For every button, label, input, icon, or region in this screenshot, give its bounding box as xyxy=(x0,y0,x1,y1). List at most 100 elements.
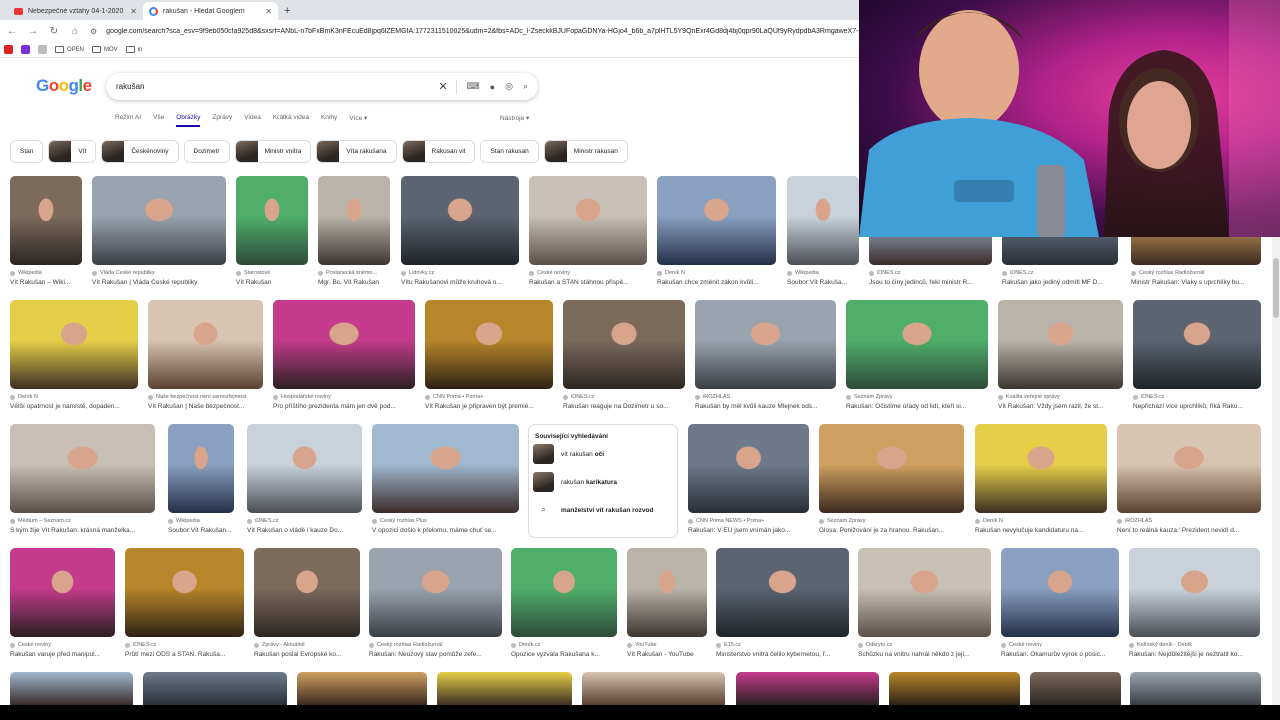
image-result[interactable]: České noviny Rakušan: Okamurův výrok o po… xyxy=(1001,548,1119,658)
chip-ministr-rakusan[interactable]: Ministr rakusan xyxy=(543,140,628,163)
result-caption[interactable]: Ministerstvo vnitra čelilo kybernetou, ř… xyxy=(716,651,849,658)
result-thumbnail[interactable] xyxy=(125,548,244,637)
image-result[interactable]: Deník.cz Opozice vyzvala Rakušana k... xyxy=(511,548,617,658)
result-caption[interactable]: Rakušan varuje před manipul... xyxy=(10,651,115,658)
result-source[interactable]: Seznam Zprávy xyxy=(819,518,964,524)
result-thumbnail[interactable] xyxy=(529,176,647,265)
result-source[interactable]: Deník N xyxy=(10,394,138,400)
result-caption[interactable]: Soubor:Vít Rakuša... xyxy=(787,279,859,286)
search-input[interactable]: rakušan xyxy=(116,82,438,91)
bookmark-icon[interactable] xyxy=(4,45,13,54)
result-source[interactable]: Naše bezpečnost není samozřejmost xyxy=(148,394,263,400)
image-result[interactable]: České noviny Rakušan varuje před manipul.… xyxy=(10,548,115,658)
result-thumbnail[interactable] xyxy=(695,300,836,389)
result-thumbnail[interactable] xyxy=(1001,548,1119,637)
image-result[interactable]: Hospodářské noviny Pro příštího prezident… xyxy=(273,300,415,410)
scrollbar-thumb[interactable] xyxy=(1273,258,1279,318)
result-caption[interactable]: Není to reálná kauza.' Prezident nevidí … xyxy=(1117,527,1261,534)
image-result[interactable]: Český rozhlas Plus V opozici došlo k přel… xyxy=(372,424,519,534)
result-source[interactable]: Seznam Zprávy xyxy=(846,394,988,400)
apps-icon[interactable] xyxy=(38,45,47,54)
image-result[interactable]: Český rozhlas Radiožurnál Rakušan: Neuzov… xyxy=(369,548,502,658)
result-thumbnail[interactable] xyxy=(10,424,155,513)
image-result[interactable]: Deník N Větší opatrnost je namístě, dopad… xyxy=(10,300,138,410)
close-icon[interactable]: ✕ xyxy=(265,7,272,16)
image-result[interactable] xyxy=(297,672,427,705)
result-caption[interactable]: Větší opatrnost je namístě, dopaden... xyxy=(10,403,138,410)
chip-vita-rakusana[interactable]: Víta rakušana xyxy=(316,140,397,163)
image-result[interactable]: Starostové Vít Rakušan xyxy=(236,176,308,286)
image-result[interactable]: iDNES.cz Vít Rakušan o vládě i kauze Do..… xyxy=(247,424,362,534)
result-caption[interactable]: Rakušan: V EU jsem vnímán jako... xyxy=(688,527,809,534)
image-result[interactable]: Seznam Zprávy Glosa: Ponižování je za hra… xyxy=(819,424,964,534)
tab-news[interactable]: Zprávy xyxy=(212,114,232,127)
home-icon[interactable]: ⌂ xyxy=(69,26,81,37)
result-source[interactable]: Vláda České republiky xyxy=(92,270,226,276)
image-result[interactable]: Wikipedia Soubor:Vít Rakuša... xyxy=(787,176,859,286)
result-caption[interactable]: Rakušan chce změnit zákon kvůli... xyxy=(657,279,776,286)
result-source[interactable]: iDNES.cz xyxy=(125,642,244,648)
result-caption[interactable]: Vít Rakušan | Naše bezpečnost... xyxy=(148,403,263,410)
result-source[interactable]: Odkryto.cz xyxy=(858,642,991,648)
result-thumbnail[interactable] xyxy=(254,548,360,637)
tab-rakusan-search[interactable]: rakušan - Hledat Googlem ✕ xyxy=(143,2,278,20)
result-caption[interactable]: Opozice vyzvala Rakušana k... xyxy=(511,651,617,658)
result-source[interactable]: iDNES.cz xyxy=(247,518,362,524)
chip-ministr-vnitra[interactable]: Ministr vnitra xyxy=(234,140,312,163)
image-result[interactable] xyxy=(10,672,133,705)
result-source[interactable]: České noviny xyxy=(1001,642,1119,648)
image-result[interactable] xyxy=(736,672,879,705)
result-source[interactable]: Kvalita veřejné správy xyxy=(998,394,1123,400)
result-source[interactable]: YouTube xyxy=(627,642,707,648)
result-caption[interactable]: Glosa: Ponižování je za hranou. Rakušan.… xyxy=(819,527,964,534)
result-caption[interactable]: Nepřichází více uprchlíků, říká Raku... xyxy=(1133,403,1261,410)
result-thumbnail[interactable] xyxy=(846,300,988,389)
result-caption[interactable]: Rakušan poslal Evropské ko... xyxy=(254,651,360,658)
image-result[interactable]: Médium – Seznam.cz S kým žije Vít Rakušan… xyxy=(10,424,155,534)
result-caption[interactable]: Rakušan jako jediný odmítl MF D... xyxy=(1002,279,1118,286)
result-thumbnail[interactable] xyxy=(563,300,685,389)
result-thumbnail[interactable] xyxy=(236,176,308,265)
image-result[interactable]: Vláda České republiky Vít Rakušan | Vláda… xyxy=(92,176,226,286)
result-caption[interactable]: Vítu Rakušanovi může kruhová o... xyxy=(401,279,519,286)
result-caption[interactable]: Mgr. Bc. Vít Rakušan xyxy=(318,279,390,286)
result-caption[interactable]: Soubor:Vít Rakušan... xyxy=(168,527,234,534)
result-source[interactable]: CNN Prima NEWS • Prima+ xyxy=(688,518,809,524)
forward-icon[interactable]: → xyxy=(27,26,39,37)
result-source[interactable]: Wikipedia xyxy=(10,270,82,276)
image-result[interactable] xyxy=(437,672,572,705)
result-thumbnail[interactable] xyxy=(369,548,502,637)
result-caption[interactable]: Vít Rakušan je připraven být premié... xyxy=(425,403,553,410)
result-thumbnail[interactable] xyxy=(1117,424,1261,513)
camera-icon[interactable]: ◎ xyxy=(505,81,513,92)
result-source[interactable]: Hospodářské noviny xyxy=(273,394,415,400)
result-caption[interactable]: Vít Rakušan – Wiki... xyxy=(10,279,82,286)
related-item[interactable]: ⌕ manželství vít rakušan rozvod xyxy=(529,496,677,524)
image-result[interactable]: CNN Prima NEWS • Prima+ Rakušan: V EU jse… xyxy=(688,424,809,534)
tab-images[interactable]: Obrázky xyxy=(176,114,201,127)
image-result[interactable]: Zprávy - Aktuálně Rakušan poslal Evropské… xyxy=(254,548,360,658)
result-source[interactable]: Kolínský deník - Deník xyxy=(1129,642,1260,648)
result-thumbnail[interactable] xyxy=(787,176,859,265)
image-result[interactable] xyxy=(582,672,725,705)
result-source[interactable]: České noviny xyxy=(10,642,115,648)
result-thumbnail[interactable] xyxy=(1133,300,1261,389)
result-source[interactable]: Lidovky.cz xyxy=(401,270,519,276)
tab-nebezpecne-vztahy[interactable]: Nebezpečné vztahy 04-1-2020 ✕ xyxy=(8,2,143,20)
reload-icon[interactable]: ↻ xyxy=(48,26,60,37)
result-caption[interactable]: Rakušan: Nejdůležitější je neztratit ko.… xyxy=(1129,651,1260,658)
result-source[interactable]: České noviny xyxy=(529,270,647,276)
chip-dozimetr[interactable]: Dozimetr xyxy=(183,140,230,163)
result-thumbnail[interactable] xyxy=(401,176,519,265)
result-source[interactable]: Český rozhlas Radiožurnál xyxy=(369,642,502,648)
image-result[interactable]: Lidovky.cz Vítu Rakušanovi může kruhová o… xyxy=(401,176,519,286)
result-source[interactable]: E15.cz xyxy=(716,642,849,648)
image-result[interactable]: Deník N Rakušan nevylučuje kandidaturu na… xyxy=(975,424,1107,534)
related-item[interactable]: rakušan karikatura xyxy=(529,468,677,496)
result-thumbnail[interactable] xyxy=(372,424,519,513)
result-source[interactable]: iROZHLAS xyxy=(695,394,836,400)
tab-ai-mode[interactable]: Režim AI xyxy=(115,114,141,127)
result-caption[interactable]: S kým žije Vít Rakušan: krásná manželka.… xyxy=(10,527,155,534)
bookmark-folder-in[interactable]: in xyxy=(125,46,142,53)
result-source[interactable]: Wikipedia xyxy=(787,270,859,276)
